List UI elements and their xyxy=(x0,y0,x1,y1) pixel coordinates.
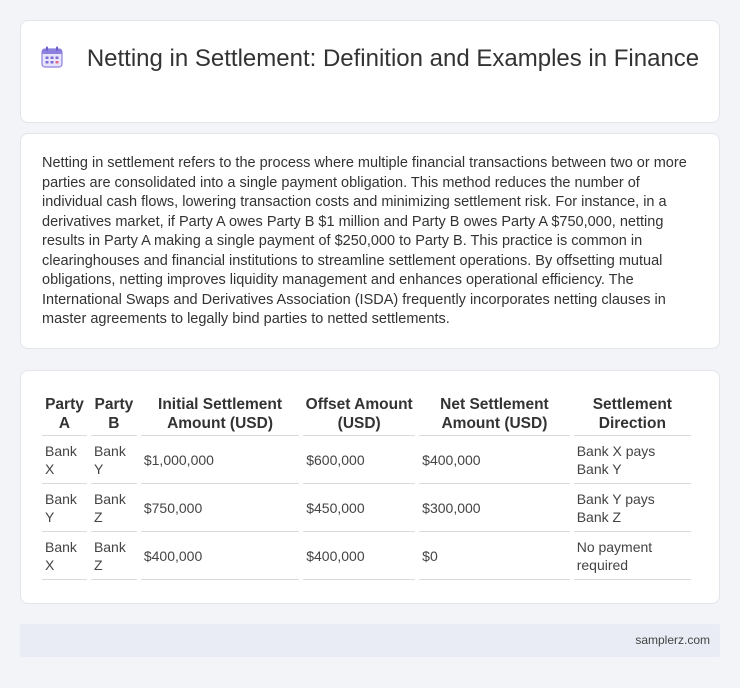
description-text: Netting in settlement refers to the proc… xyxy=(42,155,687,327)
cell-party-b: Bank Y xyxy=(90,436,137,484)
title-card: Netting in Settlement: Definition and Ex… xyxy=(20,20,720,123)
cell-party-b: Bank Z xyxy=(90,532,137,580)
header-net-amount: Net Settlement Amount (USD) xyxy=(419,392,570,436)
page-title: Netting in Settlement: Definition and Ex… xyxy=(86,45,700,72)
cell-initial-amount: $750,000 xyxy=(140,484,300,532)
cell-offset-amount: $450,000 xyxy=(303,484,416,532)
cell-net-amount: $300,000 xyxy=(419,484,570,532)
cell-offset-amount: $400,000 xyxy=(303,532,416,580)
header-party-b: Party B xyxy=(90,392,137,436)
table-header-row: Party A Party B Initial Settlement Amoun… xyxy=(42,392,691,436)
cell-party-a: Bank Y xyxy=(42,484,87,532)
cell-settlement-direction: Bank Y pays Bank Z xyxy=(573,484,691,532)
cell-offset-amount: $600,000 xyxy=(303,436,416,484)
description-card: Netting in settlement refers to the proc… xyxy=(20,133,720,349)
cell-party-a: Bank X xyxy=(42,436,87,484)
header-initial-amount: Initial Settlement Amount (USD) xyxy=(140,392,300,436)
cell-initial-amount: $1,000,000 xyxy=(140,436,300,484)
header-offset-amount: Offset Amount (USD) xyxy=(303,392,416,436)
footer-site-link[interactable]: samplerz.com xyxy=(635,633,710,647)
cell-party-a: Bank X xyxy=(42,532,87,580)
cell-net-amount: $400,000 xyxy=(419,436,570,484)
cell-initial-amount: $400,000 xyxy=(140,532,300,580)
table-row: Bank X Bank Y $1,000,000 $600,000 $400,0… xyxy=(42,436,691,484)
header-settlement-direction: Settlement Direction xyxy=(573,392,691,436)
cell-settlement-direction: Bank X pays Bank Y xyxy=(573,436,691,484)
calendar-icon xyxy=(41,46,63,68)
cell-settlement-direction: No payment required xyxy=(573,532,691,580)
header-party-a: Party A xyxy=(42,392,87,436)
table-row: Bank X Bank Z $400,000 $400,000 $0 No pa… xyxy=(42,532,691,580)
page-title-wrap: Netting in Settlement: Definition and Ex… xyxy=(21,44,719,73)
table-card: Party A Party B Initial Settlement Amoun… xyxy=(20,370,720,604)
cell-party-b: Bank Z xyxy=(90,484,137,532)
settlement-table: Party A Party B Initial Settlement Amoun… xyxy=(38,392,695,580)
footer-bar: samplerz.com xyxy=(20,624,720,657)
cell-net-amount: $0 xyxy=(419,532,570,580)
table-row: Bank Y Bank Z $750,000 $450,000 $300,000… xyxy=(42,484,691,532)
